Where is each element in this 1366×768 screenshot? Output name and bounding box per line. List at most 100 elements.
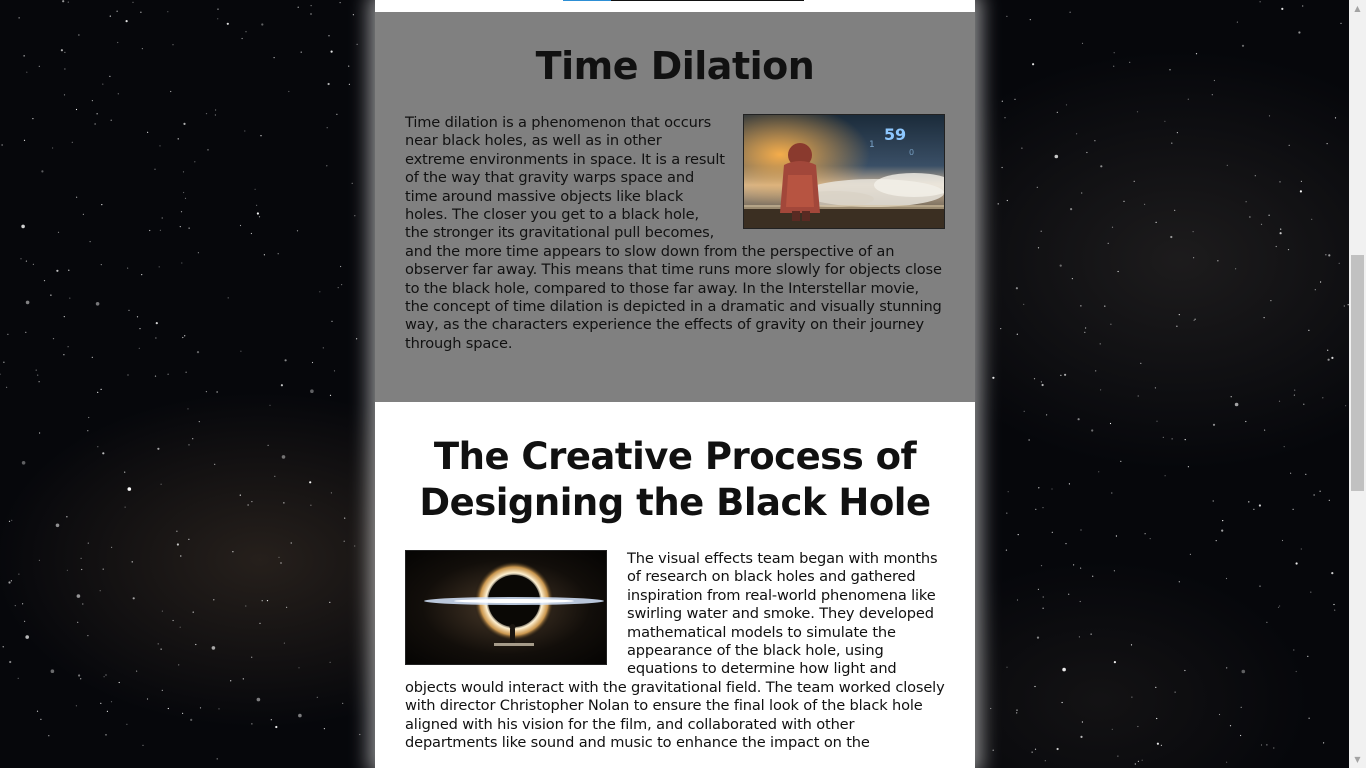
- star: [1016, 333, 1018, 335]
- star: [1081, 42, 1084, 45]
- star: [50, 669, 55, 673]
- star: [21, 224, 25, 229]
- vertical-scrollbar[interactable]: ▲ ▼: [1349, 0, 1366, 768]
- star: [63, 354, 65, 356]
- star: [1326, 143, 1328, 145]
- star: [205, 391, 207, 393]
- star: [1334, 117, 1337, 119]
- star: [1110, 323, 1112, 325]
- star: [181, 262, 183, 264]
- star: [8, 520, 11, 522]
- star: [330, 50, 333, 53]
- star: [359, 733, 361, 736]
- star: [117, 93, 119, 95]
- star: [207, 149, 209, 151]
- star: [254, 188, 256, 190]
- star: [213, 599, 215, 601]
- star: [330, 492, 332, 494]
- star: [277, 253, 279, 255]
- star: [66, 516, 68, 518]
- star: [1117, 755, 1119, 757]
- star: [127, 487, 132, 491]
- star: [1273, 747, 1275, 749]
- star: [1044, 760, 1046, 762]
- star: [1111, 728, 1113, 731]
- svg-text:0: 0: [909, 148, 914, 157]
- star: [309, 481, 312, 484]
- star: [1081, 192, 1083, 194]
- star: [1279, 181, 1281, 183]
- star: [1174, 691, 1176, 693]
- star: [100, 388, 102, 390]
- star: [1240, 706, 1242, 708]
- star: [116, 10, 118, 12]
- star: [131, 561, 133, 563]
- star: [992, 749, 994, 751]
- star: [215, 109, 217, 111]
- star: [1133, 180, 1135, 182]
- star: [64, 51, 66, 54]
- star: [1325, 254, 1327, 256]
- star: [0, 373, 1, 375]
- star: [343, 540, 345, 542]
- star: [1300, 180, 1302, 182]
- star: [100, 264, 102, 266]
- star: [280, 562, 282, 564]
- star: [211, 646, 216, 650]
- star: [341, 284, 343, 286]
- star: [149, 229, 151, 232]
- star: [159, 229, 161, 231]
- star: [214, 114, 216, 116]
- star: [1212, 423, 1216, 426]
- star: [1037, 247, 1040, 249]
- star: [214, 463, 216, 465]
- star: [1230, 396, 1232, 398]
- star: [205, 113, 208, 115]
- star: [1281, 7, 1284, 10]
- star: [199, 707, 202, 709]
- star: [82, 213, 84, 215]
- star: [147, 131, 149, 133]
- star: [184, 197, 187, 199]
- star: [1091, 429, 1094, 432]
- star: [127, 374, 129, 376]
- star: [160, 483, 162, 485]
- star: [1278, 400, 1281, 402]
- star: [23, 55, 25, 57]
- star: [188, 444, 190, 446]
- star: [1156, 742, 1159, 745]
- star: [1000, 328, 1002, 330]
- star: [323, 728, 325, 730]
- star: [182, 336, 184, 339]
- star: [1115, 535, 1117, 537]
- star: [310, 13, 312, 15]
- star: [1123, 200, 1125, 202]
- star: [1300, 548, 1302, 550]
- star: [1235, 268, 1237, 270]
- star: [1016, 712, 1018, 714]
- star: [64, 68, 66, 70]
- scrollbar-thumb[interactable]: [1351, 255, 1364, 491]
- scroll-down-arrow-icon[interactable]: ▼: [1349, 751, 1366, 768]
- star: [1245, 201, 1247, 203]
- star: [14, 605, 16, 607]
- star: [24, 620, 26, 622]
- star: [251, 501, 253, 503]
- star: [188, 538, 190, 540]
- star: [132, 1, 134, 3]
- star: [1328, 499, 1330, 501]
- star: [1221, 529, 1224, 532]
- star: [1130, 644, 1133, 646]
- star: [20, 258, 22, 260]
- star: [1071, 278, 1073, 280]
- star: [190, 718, 193, 722]
- star: [1077, 418, 1080, 421]
- star: [194, 161, 196, 163]
- star: [327, 82, 330, 86]
- star: [91, 356, 93, 358]
- scroll-up-arrow-icon[interactable]: ▲: [1349, 0, 1366, 17]
- star: [1080, 735, 1083, 739]
- star: [1260, 223, 1263, 225]
- star: [132, 597, 135, 600]
- section-title-creative-process: The Creative Process of Designing the Bl…: [419, 435, 931, 524]
